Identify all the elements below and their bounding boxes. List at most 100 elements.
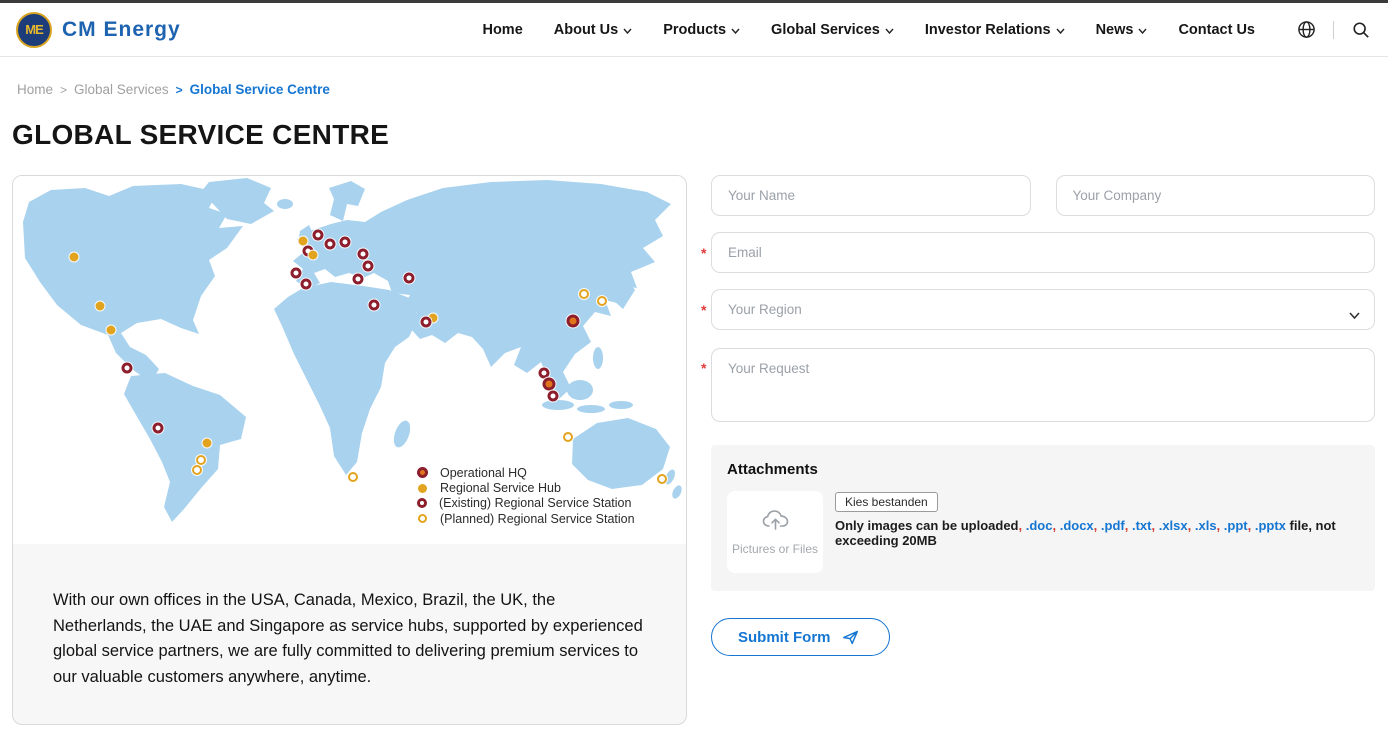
site-header: ME CM Energy Home About Us Products Global … [0, 3, 1388, 57]
map-marker-hq [567, 315, 580, 328]
map-marker-existing [421, 317, 432, 328]
map-marker-existing [153, 423, 164, 434]
legend-marker-planned [418, 514, 427, 523]
file-extension: .docx [1060, 518, 1094, 533]
map-marker-hub [203, 439, 212, 448]
nav-item-contact-us[interactable]: Contact Us [1178, 22, 1255, 38]
legend-label: (Existing) Regional Service Station [439, 496, 631, 510]
nav-item-global-services[interactable]: Global Services [771, 22, 894, 38]
region-select[interactable]: Your Region [711, 289, 1375, 330]
region-field: Your Region [711, 289, 1375, 330]
map-marker-hub [309, 251, 318, 260]
contact-form: Your Region Attachments Pictures or File… [711, 175, 1375, 725]
map-marker-planned [348, 472, 358, 482]
hint-text: , [1019, 518, 1026, 533]
hint-text: , [1188, 518, 1195, 533]
breadcrumb-separator: > [60, 83, 67, 97]
breadcrumb-item-global-services[interactable]: Global Services [74, 82, 169, 97]
hint-text: Only images can be uploaded [835, 518, 1019, 533]
chevron-down-icon [623, 22, 632, 38]
legend-marker-hub [418, 484, 427, 493]
hint-text: , [1125, 518, 1132, 533]
file-extension: .doc [1026, 518, 1053, 533]
legend-row-existing: (Existing) Regional Service Station [417, 496, 635, 511]
legend-row-hq: Operational HQ [417, 465, 635, 480]
map-marker-existing [122, 363, 133, 374]
nav-item-label: Home [482, 22, 522, 38]
map-marker-planned [563, 432, 573, 442]
logo[interactable]: ME CM Energy [16, 12, 181, 48]
breadcrumb-item-global-service-centre: Global Service Centre [190, 82, 330, 97]
map-card: Operational HQRegional Service Hub(Exist… [12, 175, 687, 725]
map-marker-hub [299, 237, 308, 246]
world-map: Operational HQRegional Service Hub(Exist… [13, 176, 687, 544]
legend-label: Operational HQ [440, 466, 527, 480]
nav-item-home[interactable]: Home [482, 22, 522, 38]
hint-text: , [1248, 518, 1255, 533]
nav-item-label: News [1096, 22, 1134, 38]
chevron-down-icon [885, 22, 894, 38]
nav-item-label: Products [663, 22, 726, 38]
hint-text: , [1151, 518, 1158, 533]
hint-text: , [1094, 518, 1101, 533]
choose-files-button[interactable]: Kies bestanden [835, 492, 938, 512]
file-extension: .ppt [1224, 518, 1248, 533]
company-input[interactable] [1056, 175, 1376, 216]
legend-label: (Planned) Regional Service Station [440, 512, 635, 526]
nav-item-label: Investor Relations [925, 22, 1051, 38]
file-extension: .pptx [1255, 518, 1286, 533]
map-marker-planned [657, 474, 667, 484]
nav-item-label: Global Services [771, 22, 880, 38]
upload-hint: Only images can be uploaded, .doc, .docx… [835, 518, 1359, 548]
header-divider [1333, 21, 1334, 39]
logo-icon: ME [16, 12, 52, 48]
map-marker-hub [96, 302, 105, 311]
nav-item-label: Contact Us [1178, 22, 1255, 38]
search-icon[interactable] [1350, 19, 1372, 41]
upload-dropzone[interactable]: Pictures or Files [727, 491, 823, 573]
legend-marker-hq [417, 467, 428, 478]
request-field [711, 347, 1375, 427]
submit-form-button[interactable]: Submit Form [711, 618, 890, 656]
upload-tile-label: Pictures or Files [732, 542, 818, 556]
chevron-down-icon [1138, 22, 1147, 38]
legend-row-hub: Regional Service Hub [417, 480, 635, 495]
name-field [711, 175, 1031, 216]
breadcrumb-separator: > [176, 83, 183, 97]
file-extension: .txt [1132, 518, 1152, 533]
submit-label: Submit Form [738, 629, 831, 646]
legend-label: Regional Service Hub [440, 481, 561, 495]
map-marker-existing [340, 237, 351, 248]
nav-item-products[interactable]: Products [663, 22, 740, 38]
logo-monogram: ME [25, 22, 43, 37]
map-marker-hub [70, 253, 79, 262]
name-input[interactable] [711, 175, 1031, 216]
map-marker-planned [196, 455, 206, 465]
nav-item-news[interactable]: News [1096, 22, 1148, 38]
map-marker-planned [192, 465, 202, 475]
chevron-down-icon [1056, 22, 1065, 38]
request-textarea[interactable] [711, 348, 1375, 422]
hint-text: , [1217, 518, 1224, 533]
company-field [1056, 175, 1376, 216]
main-content: Operational HQRegional Service Hub(Exist… [12, 175, 1375, 725]
map-marker-planned [579, 289, 589, 299]
attachments-title: Attachments [727, 461, 1359, 478]
intro-text: With our own offices in the USA, Canada,… [13, 544, 686, 690]
legend-row-planned: (Planned) Regional Service Station [417, 511, 635, 526]
email-field [711, 232, 1375, 273]
nav-item-investor-relations[interactable]: Investor Relations [925, 22, 1065, 38]
brand-name: CM Energy [62, 18, 181, 42]
upload-cloud-icon [762, 509, 789, 531]
nav-item-label: About Us [554, 22, 618, 38]
map-marker-hq [543, 378, 556, 391]
globe-icon[interactable] [1295, 19, 1317, 41]
hint-text: , [1052, 518, 1059, 533]
email-input[interactable] [711, 232, 1375, 273]
breadcrumb-item-home[interactable]: Home [17, 82, 53, 97]
map-marker-existing [358, 249, 369, 260]
map-marker-existing [363, 261, 374, 272]
nav-item-about-us[interactable]: About Us [554, 22, 632, 38]
map-legend: Operational HQRegional Service Hub(Exist… [417, 465, 635, 527]
map-marker-existing [301, 279, 312, 290]
